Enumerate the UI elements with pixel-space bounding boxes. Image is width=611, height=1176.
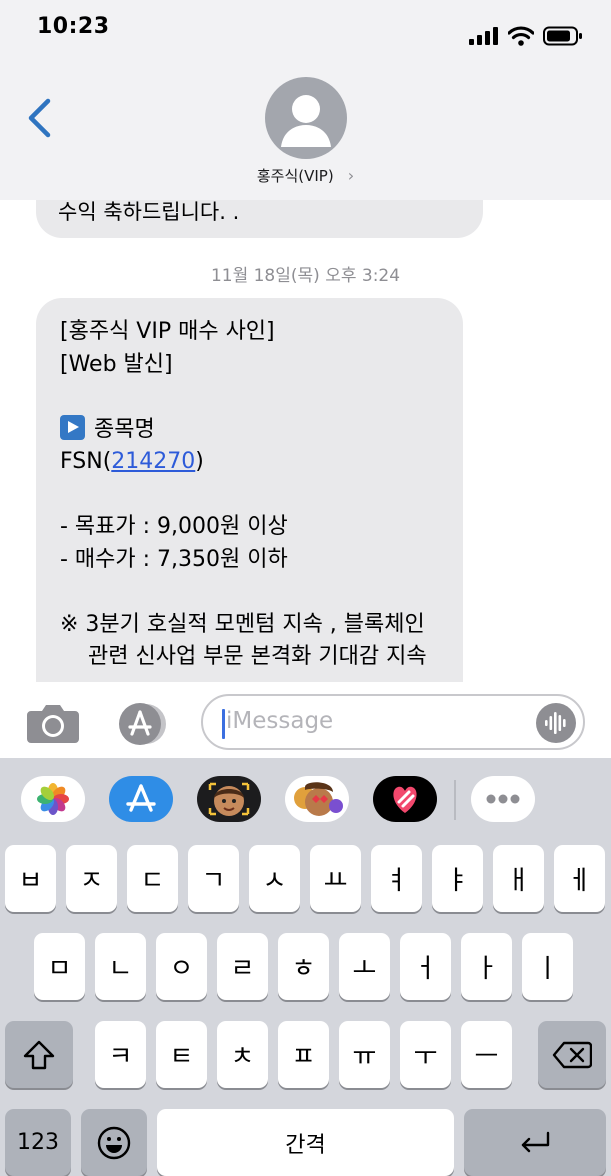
key[interactable]: ㅌ: [156, 1021, 207, 1088]
shift-icon: [23, 1040, 55, 1069]
signal-icon: [469, 27, 498, 45]
previous-message-text: 수익 축하드립니다. .: [58, 200, 240, 224]
key[interactable]: ㅕ: [371, 845, 422, 912]
message-input[interactable]: iMessage: [201, 694, 585, 750]
key[interactable]: ㅜ: [400, 1021, 451, 1088]
waveform-icon: [545, 712, 566, 734]
key[interactable]: ㄷ: [127, 845, 178, 912]
animoji-stickers-icon[interactable]: [285, 776, 349, 822]
key[interactable]: ㅍ: [278, 1021, 329, 1088]
emoji-icon: [97, 1126, 131, 1159]
key[interactable]: ㅈ: [66, 845, 117, 912]
stock-code-link[interactable]: 214270: [111, 449, 195, 474]
message-bubble[interactable]: [홍주식 VIP 매수 사인] [Web 발신] 종목명 FSN(214270)…: [36, 298, 463, 682]
shift-key[interactable]: [5, 1021, 73, 1088]
person-icon: [281, 95, 331, 147]
return-key[interactable]: [464, 1109, 606, 1176]
key[interactable]: ㅏ: [461, 933, 512, 1000]
compose-bar: iMessage: [0, 682, 611, 758]
key[interactable]: ㅐ: [493, 845, 544, 912]
korean-keyboard: ㅂ ㅈ ㄷ ㄱ ㅅ ㅛ ㅕ ㅑ ㅐ ㅔ ㅁ ㄴ ㅇ ㄹ ㅎ ㅗ ㅓ ㅏ ㅣ ㅋ …: [0, 836, 611, 1176]
key[interactable]: ㅊ: [217, 1021, 268, 1088]
stock-heading: 종목명: [60, 414, 441, 447]
key[interactable]: ㅋ: [95, 1021, 146, 1088]
key[interactable]: ㅁ: [34, 933, 85, 1000]
app-store-button[interactable]: [114, 702, 172, 746]
app-store-icon[interactable]: [109, 776, 173, 822]
message-timestamp: 11월 18일(목) 오후 3:24: [210, 266, 401, 286]
key[interactable]: ㅂ: [5, 845, 56, 912]
key[interactable]: ㅡ: [461, 1021, 512, 1088]
key[interactable]: ㅣ: [522, 933, 573, 1000]
key[interactable]: ㅎ: [278, 933, 329, 1000]
backspace-icon: [552, 1041, 592, 1068]
key[interactable]: ㄹ: [217, 933, 268, 1000]
message-input-placeholder: iMessage: [226, 708, 334, 734]
space-key[interactable]: 간격: [157, 1109, 454, 1176]
buy-price-line: - 매수가 : 7,350원 이하: [60, 546, 288, 572]
status-time: 10:23: [37, 14, 110, 39]
voice-message-button[interactable]: [536, 703, 576, 743]
wifi-icon: [508, 26, 534, 46]
battery-icon: [543, 26, 582, 46]
stock-name-line: FSN(214270): [60, 446, 441, 479]
key[interactable]: ㅛ: [310, 845, 361, 912]
contact-name[interactable]: 홍주식(VIP) ›: [0, 165, 611, 186]
conversation-header: 10:23 홍주식(VIP) ›: [0, 0, 611, 200]
note-line: ※ 3분기 호실적 모멘텀 지속 , 블록체인: [60, 611, 425, 637]
key[interactable]: ㅠ: [339, 1021, 390, 1088]
note-line: 관련 신사업 부문 본격화 기대감 지속: [88, 644, 427, 669]
key[interactable]: ㅔ: [554, 845, 605, 912]
key[interactable]: ㅗ: [339, 933, 390, 1000]
app-drawer-divider: [454, 780, 456, 820]
key[interactable]: ㄴ: [95, 933, 146, 1000]
message-line: [홍주식 VIP 매수 사인]: [60, 319, 275, 344]
numbers-key[interactable]: 123: [5, 1109, 71, 1176]
contact-name-text: 홍주식(VIP): [256, 167, 334, 185]
delete-key[interactable]: [538, 1021, 606, 1088]
text-cursor: [222, 709, 225, 739]
camera-button[interactable]: [26, 701, 80, 745]
emoji-key[interactable]: [81, 1109, 147, 1176]
target-price-line: - 목표가 : 9,000원 이상: [60, 514, 288, 539]
key[interactable]: ㅓ: [400, 933, 451, 1000]
stock-suffix: ): [195, 449, 204, 474]
key[interactable]: ㅇ: [156, 933, 207, 1000]
chevron-right-icon: ›: [347, 166, 355, 185]
memoji-icon[interactable]: [197, 776, 261, 822]
digital-touch-icon[interactable]: [373, 776, 437, 822]
more-apps-icon[interactable]: [471, 776, 535, 822]
back-button[interactable]: [22, 95, 56, 141]
play-button-emoji-icon: [60, 414, 85, 440]
contact-avatar[interactable]: [265, 77, 347, 159]
key[interactable]: ㄱ: [188, 845, 239, 912]
imessage-app-drawer: [0, 758, 611, 836]
key[interactable]: ㅅ: [249, 845, 300, 912]
stock-heading-text: 종목명: [94, 416, 155, 442]
photos-app-icon[interactable]: [21, 776, 85, 822]
message-line: [Web 발신]: [60, 351, 173, 377]
status-icons: [469, 26, 583, 46]
key[interactable]: ㅑ: [432, 845, 483, 912]
stock-prefix: FSN(: [60, 449, 112, 474]
return-icon: [521, 1131, 550, 1152]
